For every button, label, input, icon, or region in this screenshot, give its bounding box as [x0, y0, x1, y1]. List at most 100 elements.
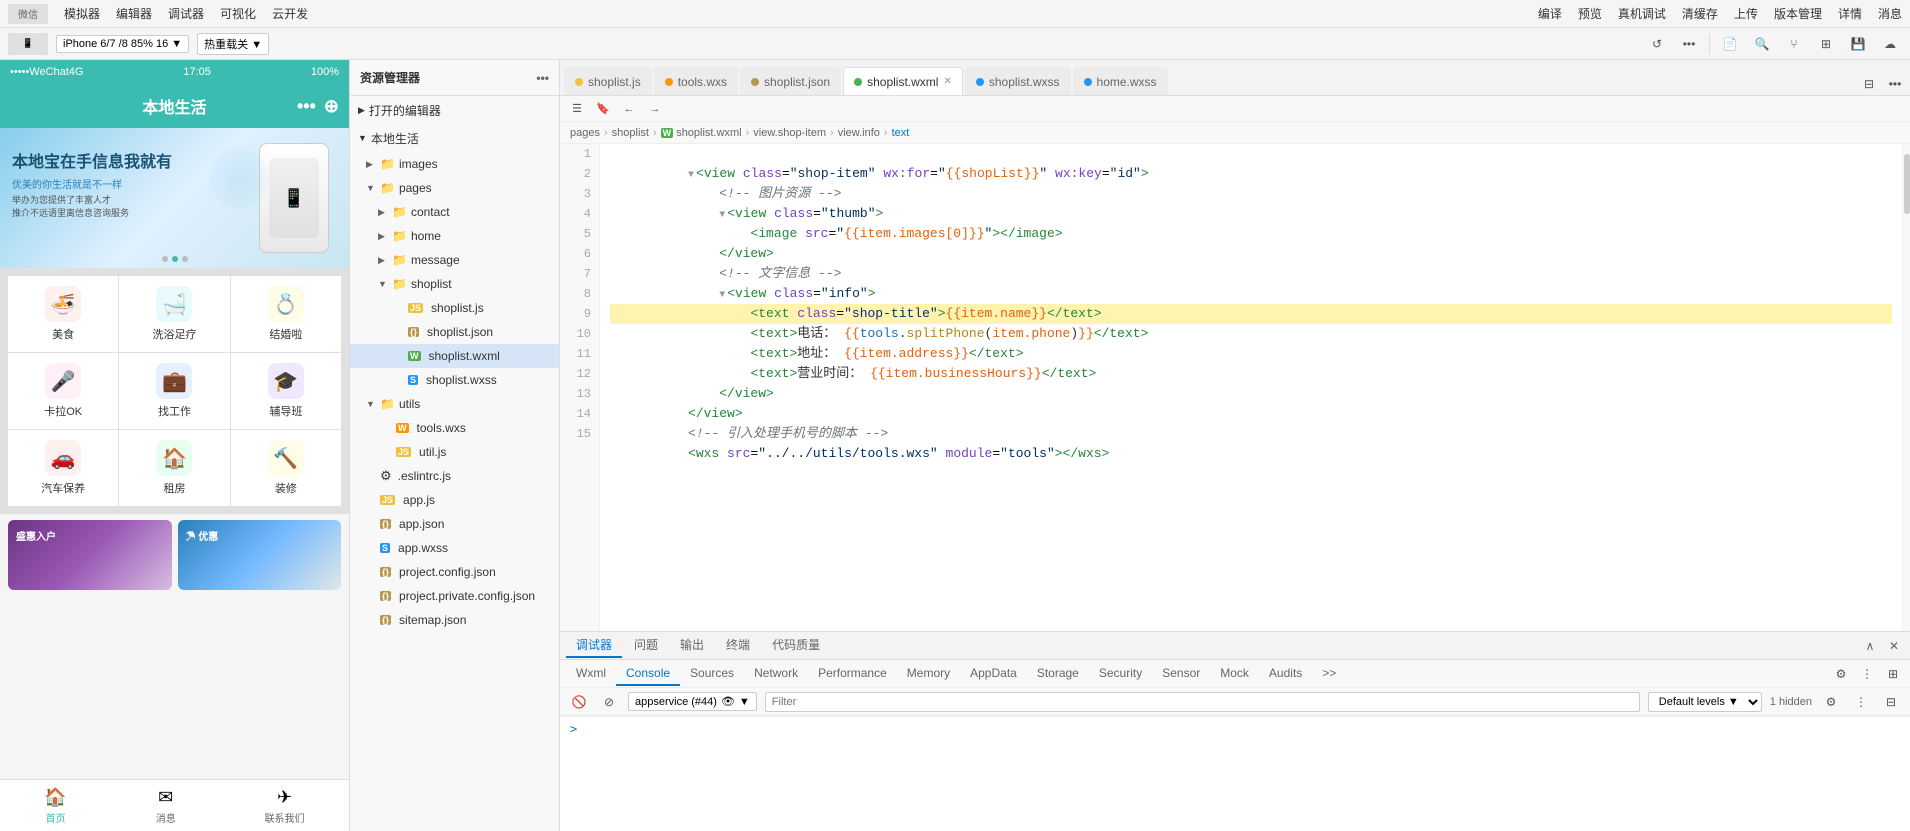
debug-tab-performance[interactable]: Performance: [808, 662, 897, 686]
folder-contact[interactable]: ▶ 📁 contact: [350, 200, 559, 224]
file-app-wxss[interactable]: S app.wxss: [350, 536, 559, 560]
file-app-json[interactable]: {} app.json: [350, 512, 559, 536]
tab-tools-wxs[interactable]: tools.wxs: [654, 67, 738, 95]
section-local-life[interactable]: ▼ 本地生活: [350, 124, 559, 152]
breadcrumb-view-info[interactable]: view.info: [838, 127, 880, 139]
grid-item-zhuangxiu[interactable]: 🔨 装修: [231, 430, 341, 506]
cloud-icon[interactable]: ☁: [1878, 32, 1902, 56]
breadcrumb-text[interactable]: text: [892, 127, 910, 139]
grid-item-zhaowork[interactable]: 💼 找工作: [119, 353, 229, 429]
toolbar-back-icon[interactable]: ←: [618, 98, 640, 120]
menu-details[interactable]: 详情: [1838, 5, 1862, 22]
tab-wxml-close[interactable]: ✕: [943, 76, 951, 87]
tab-shoplist-wxss[interactable]: shoplist.wxss: [965, 67, 1071, 95]
toolbar-menu-icon[interactable]: ☰: [566, 98, 588, 120]
bottom-tab-quality[interactable]: 代码质量: [762, 634, 830, 658]
scrollbar-thumb[interactable]: [1904, 154, 1910, 214]
menu-cloud[interactable]: 云开发: [272, 5, 308, 22]
debug-tab-sources[interactable]: Sources: [680, 662, 744, 686]
folder-message[interactable]: ▶ 📁 message: [350, 248, 559, 272]
debug-tab-console[interactable]: Console: [616, 662, 680, 686]
service-select[interactable]: appservice (#44) 👁 ▼: [628, 692, 757, 711]
banner-dot-1[interactable]: [162, 256, 168, 262]
add-file-icon[interactable]: 📄: [1718, 32, 1742, 56]
debug-tab-mock[interactable]: Mock: [1210, 662, 1259, 686]
menu-simulator[interactable]: 模拟器: [64, 5, 100, 22]
menu-debugger[interactable]: 调试器: [168, 5, 204, 22]
banner-dot-3[interactable]: [182, 256, 188, 262]
device-select[interactable]: iPhone 6/7 /8 85% 16 ▼: [56, 35, 189, 53]
debug-layout-icon[interactable]: ⊞: [1882, 663, 1904, 685]
grid-item-qiche[interactable]: 🚗 汽车保养: [8, 430, 118, 506]
file-tools-wxs[interactable]: W tools.wxs: [350, 416, 559, 440]
file-sitemap[interactable]: {} sitemap.json: [350, 608, 559, 632]
tab-shoplist-json[interactable]: shoplist.json: [740, 67, 841, 95]
menu-upload[interactable]: 上传: [1734, 5, 1758, 22]
breadcrumb-wxml[interactable]: W shoplist.wxml: [661, 127, 742, 139]
more-button[interactable]: •••: [1677, 32, 1701, 56]
file-shoplist-json[interactable]: {} shoplist.json: [350, 320, 559, 344]
save-icon[interactable]: 💾: [1846, 32, 1870, 56]
file-eslintrc[interactable]: ⚙ .eslintrc.js: [350, 464, 559, 488]
split-editor-button[interactable]: ⊟: [1858, 73, 1880, 95]
fold-1[interactable]: ▼: [688, 170, 694, 181]
hotreload-select[interactable]: 热重载关 ▼: [197, 33, 269, 55]
phone-share-icon[interactable]: ⊕: [324, 96, 339, 117]
phone-dots-icon[interactable]: •••: [297, 96, 316, 117]
banner-dot-2[interactable]: [172, 256, 178, 262]
code-content[interactable]: ▼<view class="shop-item" wx:for="{{shopL…: [600, 144, 1902, 631]
fold-3[interactable]: ▼: [719, 210, 725, 221]
folder-shoplist[interactable]: ▼ 📁 shoplist: [350, 272, 559, 296]
menu-editor[interactable]: 编辑器: [116, 5, 152, 22]
nav-message[interactable]: ✉ 消息: [148, 783, 184, 829]
debug-tab-network[interactable]: Network: [744, 662, 808, 686]
menu-realdevice[interactable]: 真机调试: [1618, 5, 1666, 22]
debug-settings-icon[interactable]: ⚙: [1830, 663, 1852, 685]
console-settings-icon[interactable]: ⚙: [1820, 691, 1842, 713]
breadcrumb-pages[interactable]: pages: [570, 127, 600, 139]
grid-item-meishi[interactable]: 🍜 美食: [8, 276, 118, 352]
grid-item-xiyuzu[interactable]: 🛁 洗浴足疗: [119, 276, 229, 352]
folder-images[interactable]: ▶ 📁 images: [350, 152, 559, 176]
debug-tab-storage[interactable]: Storage: [1027, 662, 1089, 686]
breadcrumb-shoplist[interactable]: shoplist: [612, 127, 649, 139]
file-shoplist-wxss[interactable]: S shoplist.wxss: [350, 368, 559, 392]
bottom-tab-output[interactable]: 输出: [670, 634, 714, 658]
file-shoplist-wxml[interactable]: W shoplist.wxml: [350, 344, 559, 368]
debug-tab-memory[interactable]: Memory: [897, 662, 960, 686]
more-editor-button[interactable]: •••: [1884, 73, 1906, 95]
bottom-tab-debugger[interactable]: 调试器: [566, 634, 622, 658]
refresh-button[interactable]: ↺: [1645, 32, 1669, 56]
debug-tab-sensor[interactable]: Sensor: [1152, 662, 1210, 686]
console-filter-icon[interactable]: ⊘: [598, 691, 620, 713]
section-open-editors[interactable]: ▶ 打开的编辑器: [350, 96, 559, 124]
debug-tab-appdata[interactable]: AppData: [960, 662, 1027, 686]
menu-compile[interactable]: 编译: [1538, 5, 1562, 22]
grid-item-jiehun[interactable]: 💍 结婚啦: [231, 276, 341, 352]
file-app-js[interactable]: JS app.js: [350, 488, 559, 512]
level-select[interactable]: Default levels ▼: [1648, 692, 1762, 712]
explorer-more-icon[interactable]: •••: [536, 71, 549, 85]
menu-preview[interactable]: 预览: [1578, 5, 1602, 22]
grid-item-kalaok[interactable]: 🎤 卡拉OK: [8, 353, 118, 429]
file-project-private-config[interactable]: {} project.private.config.json: [350, 584, 559, 608]
console-clear-icon[interactable]: 🚫: [568, 691, 590, 713]
tab-shoplist-wxml[interactable]: shoplist.wxml ✕: [843, 67, 963, 95]
git-icon[interactable]: ⑂: [1782, 32, 1806, 56]
debug-tab-more[interactable]: >>: [1312, 662, 1346, 686]
debug-menu-icon[interactable]: ⋮: [1856, 663, 1878, 685]
menu-clearcache[interactable]: 清缓存: [1682, 5, 1718, 22]
debug-tab-wxml[interactable]: Wxml: [566, 662, 616, 686]
menu-visual[interactable]: 可视化: [220, 5, 256, 22]
debug-tab-audits[interactable]: Audits: [1259, 662, 1312, 686]
menu-version[interactable]: 版本管理: [1774, 5, 1822, 22]
menu-messages[interactable]: 消息: [1878, 5, 1902, 22]
nav-home[interactable]: 🏠 首页: [36, 783, 74, 829]
bottom-tab-issues[interactable]: 问题: [624, 634, 668, 658]
layout-icon[interactable]: ⊞: [1814, 32, 1838, 56]
phone-ad-1[interactable]: 盛惠入户: [8, 520, 172, 590]
file-project-config[interactable]: {} project.config.json: [350, 560, 559, 584]
folder-pages[interactable]: ▼ 📁 pages: [350, 176, 559, 200]
grid-item-zufang[interactable]: 🏠 租房: [119, 430, 229, 506]
tab-home-wxss[interactable]: home.wxss: [1073, 67, 1168, 95]
